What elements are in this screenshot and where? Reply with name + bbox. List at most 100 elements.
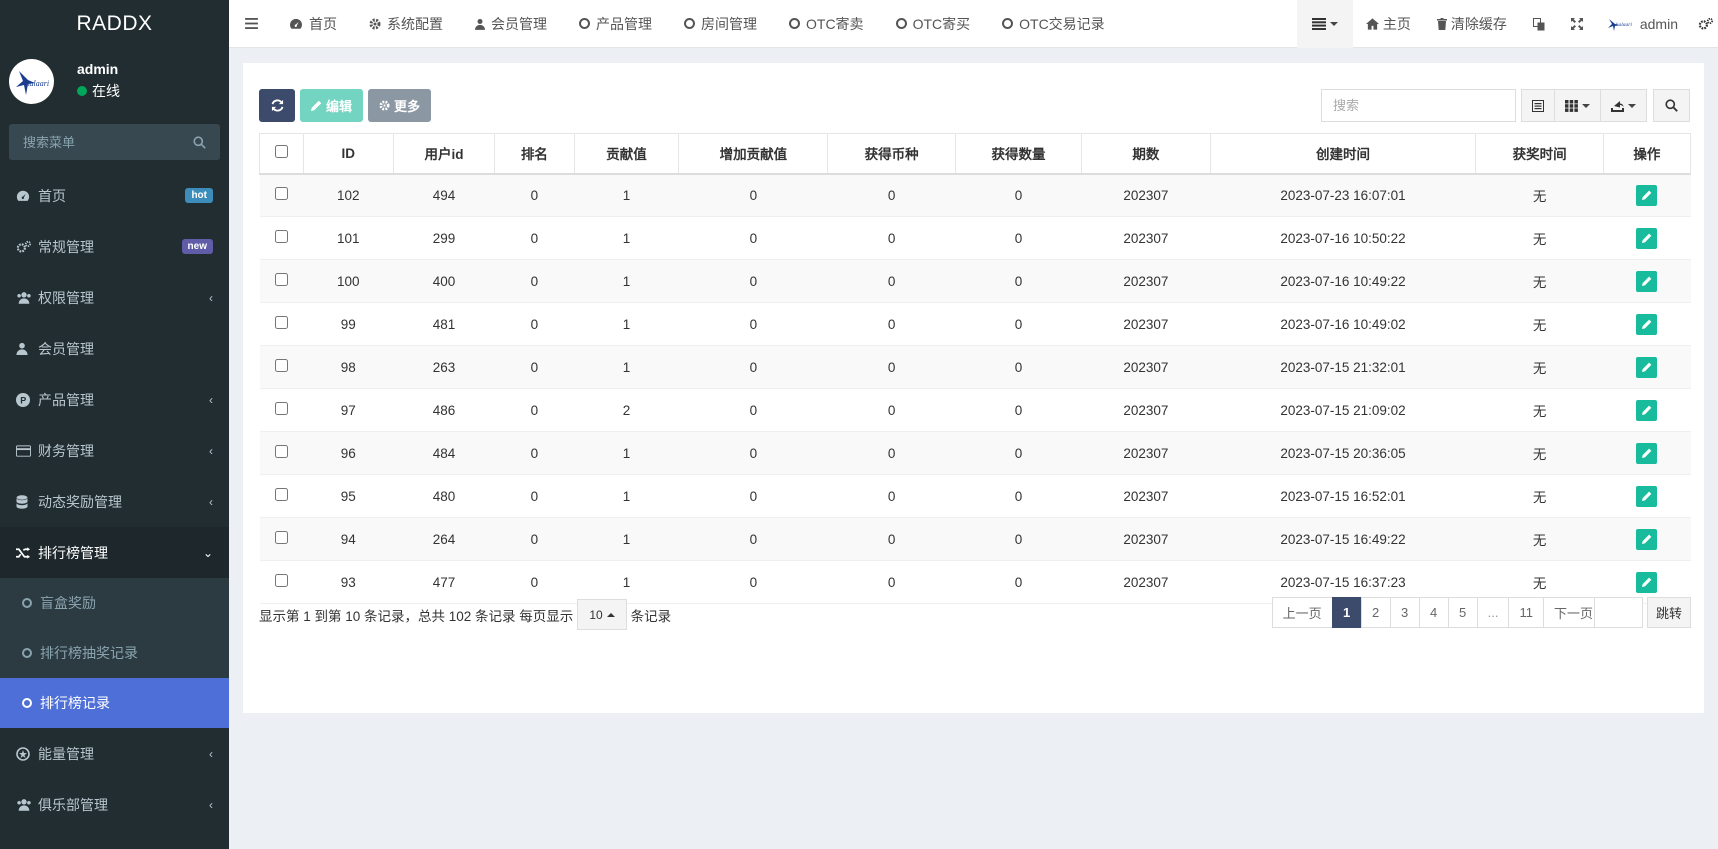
page-button[interactable]: 4: [1418, 597, 1449, 628]
sidebar-subitem-blindbox[interactable]: 盲盒奖励: [0, 578, 229, 628]
row-checkbox[interactable]: [274, 187, 288, 201]
energy-icon: [16, 746, 36, 761]
language-icon: [1532, 17, 1545, 30]
table-cell: 1: [574, 259, 679, 303]
fullscreen-button[interactable]: [1558, 0, 1596, 48]
table-cell: 480: [393, 474, 495, 518]
header-cell[interactable]: 创建时间: [1209, 133, 1477, 175]
page-button[interactable]: 5: [1447, 597, 1478, 628]
home-link[interactable]: 主页: [1353, 0, 1424, 48]
sidebar-subitem-leaderboard-records[interactable]: 排行榜记录: [0, 678, 229, 728]
clear-cache-button[interactable]: 清除缓存: [1424, 0, 1520, 48]
tab-members[interactable]: 会员管理: [459, 0, 563, 48]
row-edit-button[interactable]: [1636, 571, 1658, 593]
row-checkbox[interactable]: [274, 445, 288, 458]
row-edit-button[interactable]: [1636, 227, 1658, 249]
table-cell: 0: [494, 431, 575, 475]
table-cell: 0: [494, 388, 575, 432]
header-cell[interactable]: 获奖时间: [1475, 133, 1604, 175]
row-edit-button[interactable]: [1636, 485, 1658, 507]
edit-button[interactable]: 编辑: [300, 89, 364, 122]
header-cell[interactable]: 获得数量: [954, 133, 1083, 175]
header-cell[interactable]: 增加贡献值: [678, 133, 829, 175]
row-edit-button[interactable]: [1636, 184, 1658, 206]
prev-page-button[interactable]: 上一页: [1271, 597, 1333, 628]
header-cell[interactable]: 期数: [1081, 133, 1211, 175]
columns-toggle-button[interactable]: [1554, 89, 1601, 122]
row-checkbox[interactable]: [274, 574, 288, 587]
sidebar-item-club[interactable]: 俱乐部管理 ‹: [0, 779, 229, 830]
row-checkbox[interactable]: [274, 402, 288, 415]
header-cell[interactable]: 获得币种: [827, 133, 956, 175]
header-cell[interactable]: 排名: [494, 133, 575, 175]
header-cell[interactable]: 用户id: [392, 133, 496, 175]
row-edit-button[interactable]: [1636, 399, 1658, 421]
row-checkbox[interactable]: [274, 316, 288, 329]
tab-system-config[interactable]: 系统配置: [353, 0, 459, 48]
sidebar-toggle-button[interactable]: [229, 0, 273, 48]
row-checkbox[interactable]: [274, 531, 288, 544]
jump-button[interactable]: 跳转: [1646, 597, 1691, 628]
table-row: 99 481 0 1 0 0 0 202307 2023-07-16 10:49:02 无: [259, 302, 1691, 346]
row-edit-button[interactable]: [1636, 528, 1658, 550]
table-cell: 无: [1475, 216, 1604, 260]
hot-badge: hot: [185, 188, 213, 203]
tab-home[interactable]: 首页: [273, 0, 353, 48]
sidebar-item-permissions[interactable]: 权限管理 ‹: [0, 272, 229, 323]
row-edit-button[interactable]: [1636, 442, 1658, 464]
tab-otc-buy[interactable]: OTC寄买: [880, 0, 987, 48]
row-select-cell: [259, 388, 304, 432]
tab-otc-records[interactable]: OTC交易记录: [986, 0, 1121, 48]
sidebar-item-products[interactable]: P 产品管理 ‹: [0, 374, 229, 425]
search-button[interactable]: [1653, 89, 1690, 122]
sidebar-search-input[interactable]: [23, 134, 173, 150]
table-cell: 0: [827, 259, 956, 303]
translate-button[interactable]: [1520, 0, 1558, 48]
tabs-menu-dropdown[interactable]: [1296, 0, 1353, 48]
sidebar-item-leaderboard[interactable]: 排行榜管理 ⌄: [0, 527, 229, 578]
refresh-button[interactable]: [259, 89, 295, 122]
search-icon[interactable]: [193, 135, 206, 149]
table-cell: 1: [574, 560, 679, 604]
sidebar-item-members[interactable]: 会员管理: [0, 323, 229, 374]
header-cell[interactable]: ID: [302, 133, 394, 175]
page-size-dropdown[interactable]: 10: [577, 599, 627, 630]
sidebar-item-home[interactable]: 首页 hot: [0, 170, 229, 221]
page-button[interactable]: 2: [1360, 597, 1391, 628]
user-menu[interactable]: kalaari admin: [1596, 0, 1698, 48]
table-cell: 2023-07-15 21:32:01: [1210, 345, 1476, 389]
table-cell: 0: [494, 259, 575, 303]
tab-rooms[interactable]: 房间管理: [668, 0, 773, 48]
row-checkbox[interactable]: [274, 488, 288, 501]
settings-button[interactable]: [1698, 0, 1718, 48]
more-button[interactable]: 更多: [368, 89, 432, 122]
page-button[interactable]: 11: [1508, 597, 1544, 628]
jump-page-input[interactable]: [1593, 597, 1643, 628]
sidebar-subitem-lottery-records[interactable]: 排行榜抽奖记录: [0, 628, 229, 678]
row-edit-button[interactable]: [1636, 313, 1658, 335]
brand-logo[interactable]: RADDX: [0, 0, 229, 48]
sidebar-item-energy[interactable]: 能量管理 ‹: [0, 728, 229, 779]
sidebar-item-general[interactable]: 常规管理 new: [0, 221, 229, 272]
table-cell: 202307: [1081, 560, 1211, 604]
table-cell: 2023-07-15 16:52:01: [1210, 474, 1476, 518]
table-search-input[interactable]: [1321, 89, 1516, 122]
tab-otc-sell[interactable]: OTC寄卖: [773, 0, 880, 48]
table-cell: 0: [827, 431, 956, 475]
page-button[interactable]: 3: [1389, 597, 1420, 628]
header-cell[interactable]: 贡献值: [573, 133, 680, 175]
row-select-cell: [259, 517, 304, 561]
tab-products[interactable]: 产品管理: [563, 0, 668, 48]
row-edit-button[interactable]: [1636, 356, 1658, 378]
svg-text:P: P: [20, 395, 26, 405]
sidebar-item-dynamic-rewards[interactable]: 动态奖励管理 ‹: [0, 476, 229, 527]
row-checkbox[interactable]: [274, 273, 288, 286]
sidebar-item-finance[interactable]: 财务管理 ‹: [0, 425, 229, 476]
select-all-checkbox[interactable]: [274, 145, 288, 159]
export-button[interactable]: [1600, 89, 1647, 122]
row-edit-button[interactable]: [1636, 270, 1658, 292]
card-view-button[interactable]: [1521, 89, 1555, 122]
row-checkbox[interactable]: [274, 230, 288, 243]
row-checkbox[interactable]: [274, 359, 288, 372]
page-button[interactable]: 1: [1331, 597, 1362, 628]
